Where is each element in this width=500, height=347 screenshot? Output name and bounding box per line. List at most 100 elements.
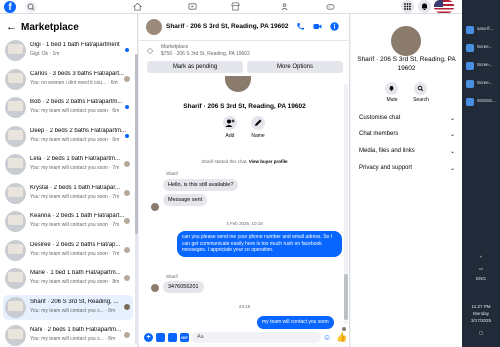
- app-icon: [466, 80, 474, 88]
- mute-label: Mute: [386, 97, 398, 103]
- conversation-preview: You: my team will contact you s... · 8m: [30, 307, 116, 314]
- taskbar-item-label: Scree...: [477, 62, 493, 67]
- profile-avatar[interactable]: [434, 0, 454, 13]
- taskbar-item[interactable]: Scree...: [462, 40, 500, 56]
- menu-button[interactable]: [401, 0, 414, 13]
- conversation-item[interactable]: Desiree · 2 beds 2 baths Flat/ap... You: …: [3, 238, 133, 263]
- chat-header-avatar[interactable]: [146, 19, 162, 35]
- contact-name: Sharif · 206 S 3rd St, Reading, PA 19602: [357, 56, 456, 72]
- clock-date[interactable]: 3/17/2025: [462, 318, 500, 323]
- settings-row[interactable]: Privacy and support ⌄: [359, 165, 455, 175]
- conversation-avatar: [5, 125, 26, 147]
- taskbar-item[interactable]: Scree...: [462, 58, 500, 74]
- chat-panel: Sharif · 206 S 3rd St, Reading, PA 19602…: [139, 14, 350, 347]
- read-receipt-avatar: [124, 161, 130, 167]
- conversation-preview: Gigi: Ok · 1m: [30, 51, 60, 57]
- plus-icon[interactable]: +: [144, 333, 153, 342]
- message-bubble-outgoing[interactable]: can you please send me your phone number…: [177, 231, 342, 257]
- search-icon: [27, 3, 35, 11]
- conversation-preview: You: my team will contact you soon · 7m: [30, 165, 120, 171]
- conversation-item[interactable]: Sharif · 206 S 3rd St, Reading, ... You: …: [3, 294, 133, 320]
- message-bubble-incoming[interactable]: 3476056201: [163, 281, 204, 293]
- battery-icon[interactable]: ▭: [462, 266, 500, 272]
- search-button[interactable]: [25, 1, 37, 13]
- chat-header-name[interactable]: Sharif · 206 S 3rd St, Reading, PA 19602: [166, 23, 288, 30]
- conversation-item[interactable]: Carlos · 3 beds 3 baths Flat/apart... You…: [3, 67, 133, 92]
- listing-box: ◇ Marketplace $750 · 206 S 3rd St, Readi…: [143, 43, 345, 75]
- conversation-name: Desiree · 2 beds 2 baths Flat/ap...: [30, 241, 121, 248]
- back-arrow-icon[interactable]: ←: [6, 21, 17, 33]
- sender-name: Sharif: [166, 274, 178, 279]
- contact-avatar[interactable]: [391, 26, 421, 56]
- clock-day[interactable]: Monday: [462, 311, 500, 316]
- image-icon[interactable]: [156, 333, 165, 342]
- conversation-avatar: [5, 268, 26, 289]
- conversation-avatar: [5, 182, 26, 204]
- listing-details[interactable]: $750 · 206 S 3rd St, Reading, PA 19602: [161, 51, 250, 57]
- conversation-name: Lela · 2 beds 1 bath Flat/apartm...: [30, 156, 121, 162]
- settings-row-label: Media, files and links: [359, 148, 415, 154]
- conversation-item[interactable]: Nani · 2 beds 1 bath Flat/apartm... You: …: [3, 323, 133, 347]
- message-input[interactable]: Aa: [191, 332, 321, 343]
- sticker-icon[interactable]: [168, 333, 177, 342]
- conversation-item[interactable]: Bob · 2 beds 2 baths Flat/apartm... You: …: [3, 95, 133, 120]
- clock-time[interactable]: 11:27 PM: [462, 304, 500, 309]
- like-icon[interactable]: 👍: [336, 332, 347, 343]
- conversation-item[interactable]: Keanna · 2 beds 1 bath Flat/apart... You:…: [3, 209, 133, 234]
- taskbar-item[interactable]: Scree...: [462, 76, 500, 92]
- gaming-nav-button[interactable]: [324, 1, 336, 13]
- conversation-item[interactable]: Deep · 2 beds 2 baths Flat/apartm... You:…: [3, 124, 133, 149]
- info-icon: [330, 22, 339, 31]
- conversation-item[interactable]: Marie · 1 bed 1 bath Flat/apartm... You: …: [3, 266, 133, 291]
- video-call-button[interactable]: [312, 21, 323, 32]
- search-in-chat-button[interactable]: [414, 82, 427, 95]
- name-button[interactable]: [251, 116, 265, 130]
- sidebar-scrollbar-thumb[interactable]: [135, 54, 138, 234]
- message-bubble-incoming[interactable]: Hello, is this still available?: [163, 179, 239, 191]
- app-icon: [466, 26, 474, 34]
- add-button[interactable]: [223, 116, 237, 130]
- taskbar-item-label: SSSSS...: [477, 98, 496, 103]
- view-buyer-profile-link[interactable]: View buyer profile: [249, 159, 288, 164]
- conversation-preview: You: no women i dint need it cou... · 6m: [30, 79, 118, 86]
- read-receipt-avatar: [124, 246, 130, 253]
- bell-icon: [389, 86, 394, 92]
- settings-row[interactable]: Customise chat ⌄: [359, 115, 455, 125]
- groups-nav-button[interactable]: [278, 1, 290, 13]
- add-label: Add: [225, 133, 235, 139]
- marketplace-icon: [230, 2, 240, 11]
- conversation-item[interactable]: Krystal · 2 beds 1 bath Flat/apar... You:…: [3, 181, 133, 206]
- notifications-button[interactable]: [418, 0, 431, 13]
- taskbar-item[interactable]: sara-fl...: [462, 22, 500, 38]
- mute-button[interactable]: [385, 82, 398, 95]
- mark-as-pending-button[interactable]: Mark as pending: [147, 61, 243, 73]
- language-indicator[interactable]: ENG: [462, 276, 500, 281]
- conversation-avatar: [5, 296, 26, 318]
- info-button[interactable]: [329, 21, 340, 32]
- tray-chevron-icon[interactable]: ^: [462, 255, 500, 260]
- chevron-down-icon: ⌄: [449, 116, 455, 122]
- message-bubble-outgoing[interactable]: my team will contact you soon: [257, 316, 334, 329]
- conversation-item[interactable]: Lela · 2 beds 1 bath Flat/apartm... You: …: [3, 152, 133, 177]
- conversation-details-panel: Sharif · 206 S 3rd St, Reading, PA 19602…: [351, 14, 462, 347]
- conversation-preview: You: my team will contact you soon · 7m: [30, 193, 120, 200]
- video-nav-button[interactable]: [186, 1, 198, 13]
- conversation-item[interactable]: Gigi · 1 bed 1 bath Flat/apartment Gigi: …: [3, 38, 133, 63]
- message-bubble-incoming[interactable]: Message sent: [163, 194, 208, 206]
- conversation-preview: You: my team will contact you s... · 8m: [30, 336, 116, 342]
- home-nav-button[interactable]: [131, 1, 143, 13]
- emoji-icon[interactable]: ☺: [323, 333, 331, 342]
- gif-icon[interactable]: GIF: [180, 333, 189, 342]
- settings-row[interactable]: Media, files and links ⌄: [359, 148, 455, 158]
- read-receipt-avatar: [124, 275, 130, 281]
- facebook-logo-icon[interactable]: f: [4, 1, 16, 13]
- call-button[interactable]: [295, 21, 306, 32]
- marketplace-nav-button[interactable]: [229, 1, 241, 13]
- thread-scrollbar-thumb[interactable]: [344, 274, 348, 320]
- taskbar-item[interactable]: SSSSS...: [462, 94, 500, 110]
- conversation-preview: You: my team will contact you soon · 6m: [30, 108, 120, 114]
- more-options-button[interactable]: More Options: [247, 61, 343, 73]
- search-icon: [417, 85, 424, 92]
- notification-center-icon[interactable]: ▢: [462, 330, 500, 336]
- settings-row[interactable]: Chat members ⌄: [359, 131, 455, 141]
